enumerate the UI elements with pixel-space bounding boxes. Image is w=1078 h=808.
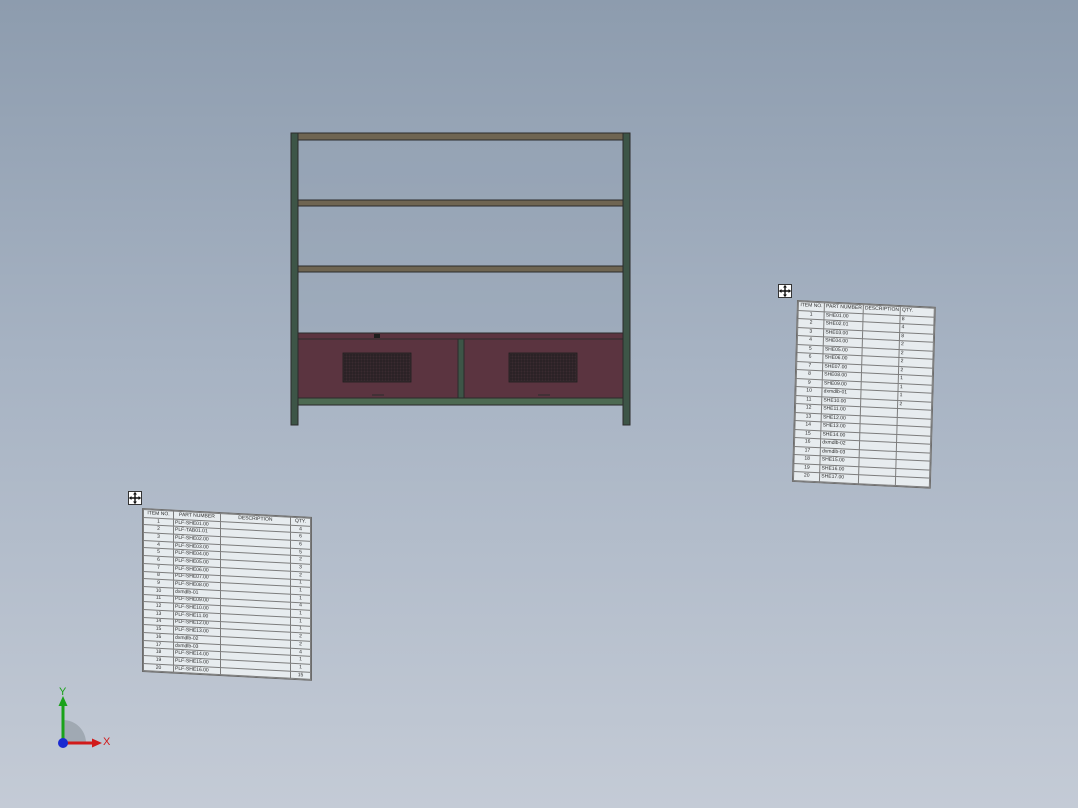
bom-cell-desc: [858, 474, 896, 485]
move-handle-icon[interactable]: [778, 284, 792, 298]
move-handle-icon[interactable]: [128, 491, 142, 505]
graphics-viewport[interactable]: ITEM NO. PART NUMBER DESCRIPTION QTY. 1P…: [0, 0, 1078, 808]
x-axis-arrowhead: [92, 738, 102, 748]
bom-table-left[interactable]: ITEM NO. PART NUMBER DESCRIPTION QTY. 1P…: [142, 508, 312, 682]
post-left[interactable]: [290, 132, 299, 426]
z-axis-origin: [58, 738, 68, 748]
bom-cell-part: PLF-SHE16.00: [173, 664, 221, 676]
drawer-lock[interactable]: [374, 334, 380, 338]
bom-cell-qty: 15: [290, 671, 311, 680]
bottom-rail[interactable]: [295, 397, 629, 406]
bom-table-right[interactable]: ITEM NO. PART NUMBER DESCRIPTION QTY. 1S…: [791, 300, 936, 489]
shelf-top[interactable]: [295, 132, 629, 141]
bom-cell-item: 20: [793, 471, 820, 482]
drawer-top-rail[interactable]: [295, 332, 629, 340]
coordinate-triad: Y X: [58, 686, 111, 748]
drawer-divider: [457, 338, 465, 399]
x-axis-label: X: [103, 736, 111, 748]
drawer-right-mesh: [508, 352, 578, 383]
cabinet-model[interactable]: [288, 130, 638, 430]
post-right[interactable]: [622, 132, 631, 426]
shelf-2[interactable]: [295, 199, 629, 207]
bom-cell-part: SHE17.00: [819, 472, 859, 484]
shelf-3[interactable]: [295, 265, 629, 273]
drawer-left-mesh: [342, 352, 412, 383]
bom-cell-qty: [895, 476, 930, 487]
y-axis-label: Y: [59, 686, 67, 698]
bom-cell-item: 20: [143, 663, 174, 673]
